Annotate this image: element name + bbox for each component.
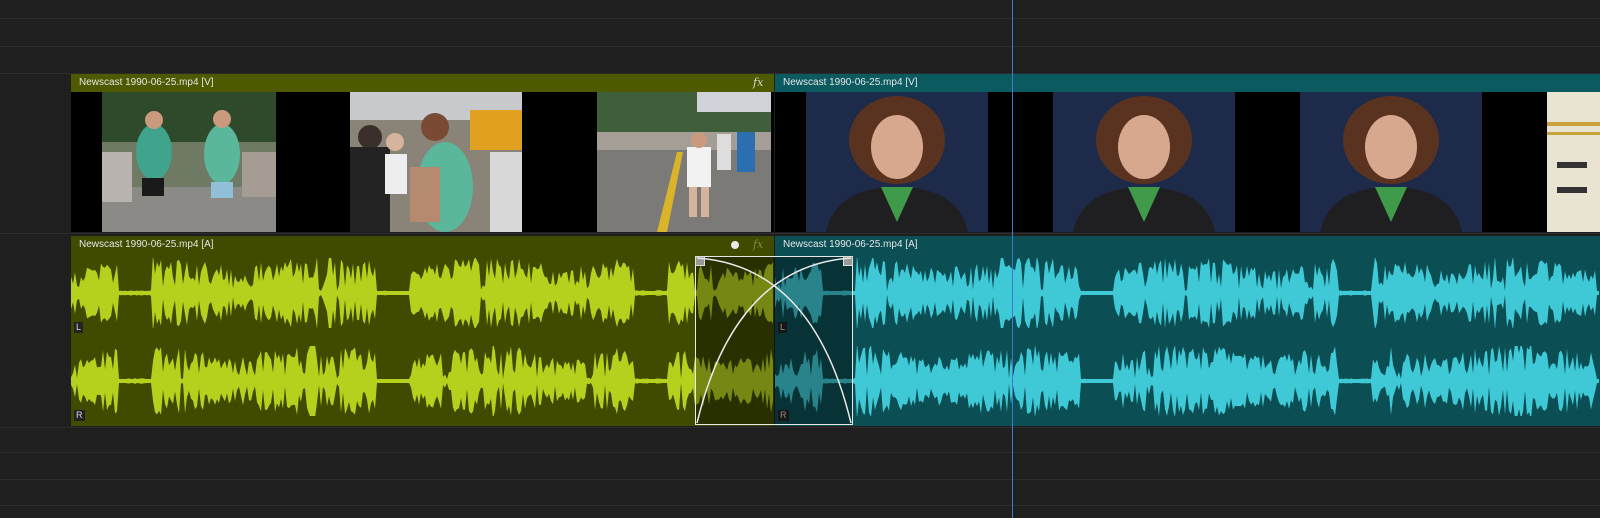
audio-clip-a[interactable]: Newscast 1990-06-25.mp4 [A] fx L R bbox=[71, 236, 774, 426]
video-clip-b-thumbnails bbox=[775, 92, 1600, 232]
track-divider bbox=[0, 505, 1600, 506]
track-divider bbox=[0, 233, 1600, 234]
audio-clip-b-title: Newscast 1990-06-25.mp4 [A] bbox=[783, 239, 918, 250]
anchor-thumbnail bbox=[1300, 92, 1482, 232]
video-clip-b[interactable]: Newscast 1990-06-25.mp4 [V] bbox=[775, 74, 1600, 232]
audio-crossfade-transition[interactable] bbox=[695, 256, 853, 425]
track-divider bbox=[0, 46, 1600, 47]
waveform-left-channel bbox=[775, 258, 1599, 328]
timeline-panel: Newscast 1990-06-25.mp4 [V] fx Newscast … bbox=[0, 0, 1600, 518]
channel-label-left: L bbox=[74, 322, 84, 333]
runners-thumbnail bbox=[102, 92, 276, 232]
track-divider bbox=[0, 479, 1600, 480]
video-clip-b-title: Newscast 1990-06-25.mp4 [V] bbox=[775, 74, 1600, 92]
fx-icon[interactable]: fx bbox=[753, 74, 763, 92]
waveform-right-channel bbox=[71, 346, 773, 416]
video-clip-a-title: Newscast 1990-06-25.mp4 [V] bbox=[71, 74, 774, 92]
video-clip-a[interactable]: Newscast 1990-06-25.mp4 [V] fx bbox=[71, 74, 774, 232]
fx-icon[interactable]: fx bbox=[753, 236, 763, 254]
street-race-thumbnail bbox=[597, 92, 771, 232]
playhead[interactable] bbox=[1012, 0, 1013, 518]
anchor-thumbnail bbox=[1053, 92, 1235, 232]
crossfade-curve-icon bbox=[696, 257, 852, 424]
anchor-thumbnail bbox=[806, 92, 988, 232]
track-divider bbox=[0, 427, 1600, 428]
track-divider bbox=[0, 452, 1600, 453]
keyframe-icon[interactable] bbox=[731, 241, 739, 249]
track-divider bbox=[0, 18, 1600, 19]
crowd-thumbnail bbox=[350, 92, 522, 232]
video-clip-a-thumbnails bbox=[71, 92, 774, 232]
audio-clip-a-title: Newscast 1990-06-25.mp4 [A] bbox=[79, 239, 214, 250]
waveform-right-channel bbox=[775, 346, 1599, 416]
waveform-left-channel bbox=[71, 258, 773, 328]
channel-label-right: R bbox=[74, 410, 85, 421]
audio-clip-b[interactable]: Newscast 1990-06-25.mp4 [A] L R bbox=[775, 236, 1600, 426]
graphic-thumbnail bbox=[1547, 92, 1600, 232]
